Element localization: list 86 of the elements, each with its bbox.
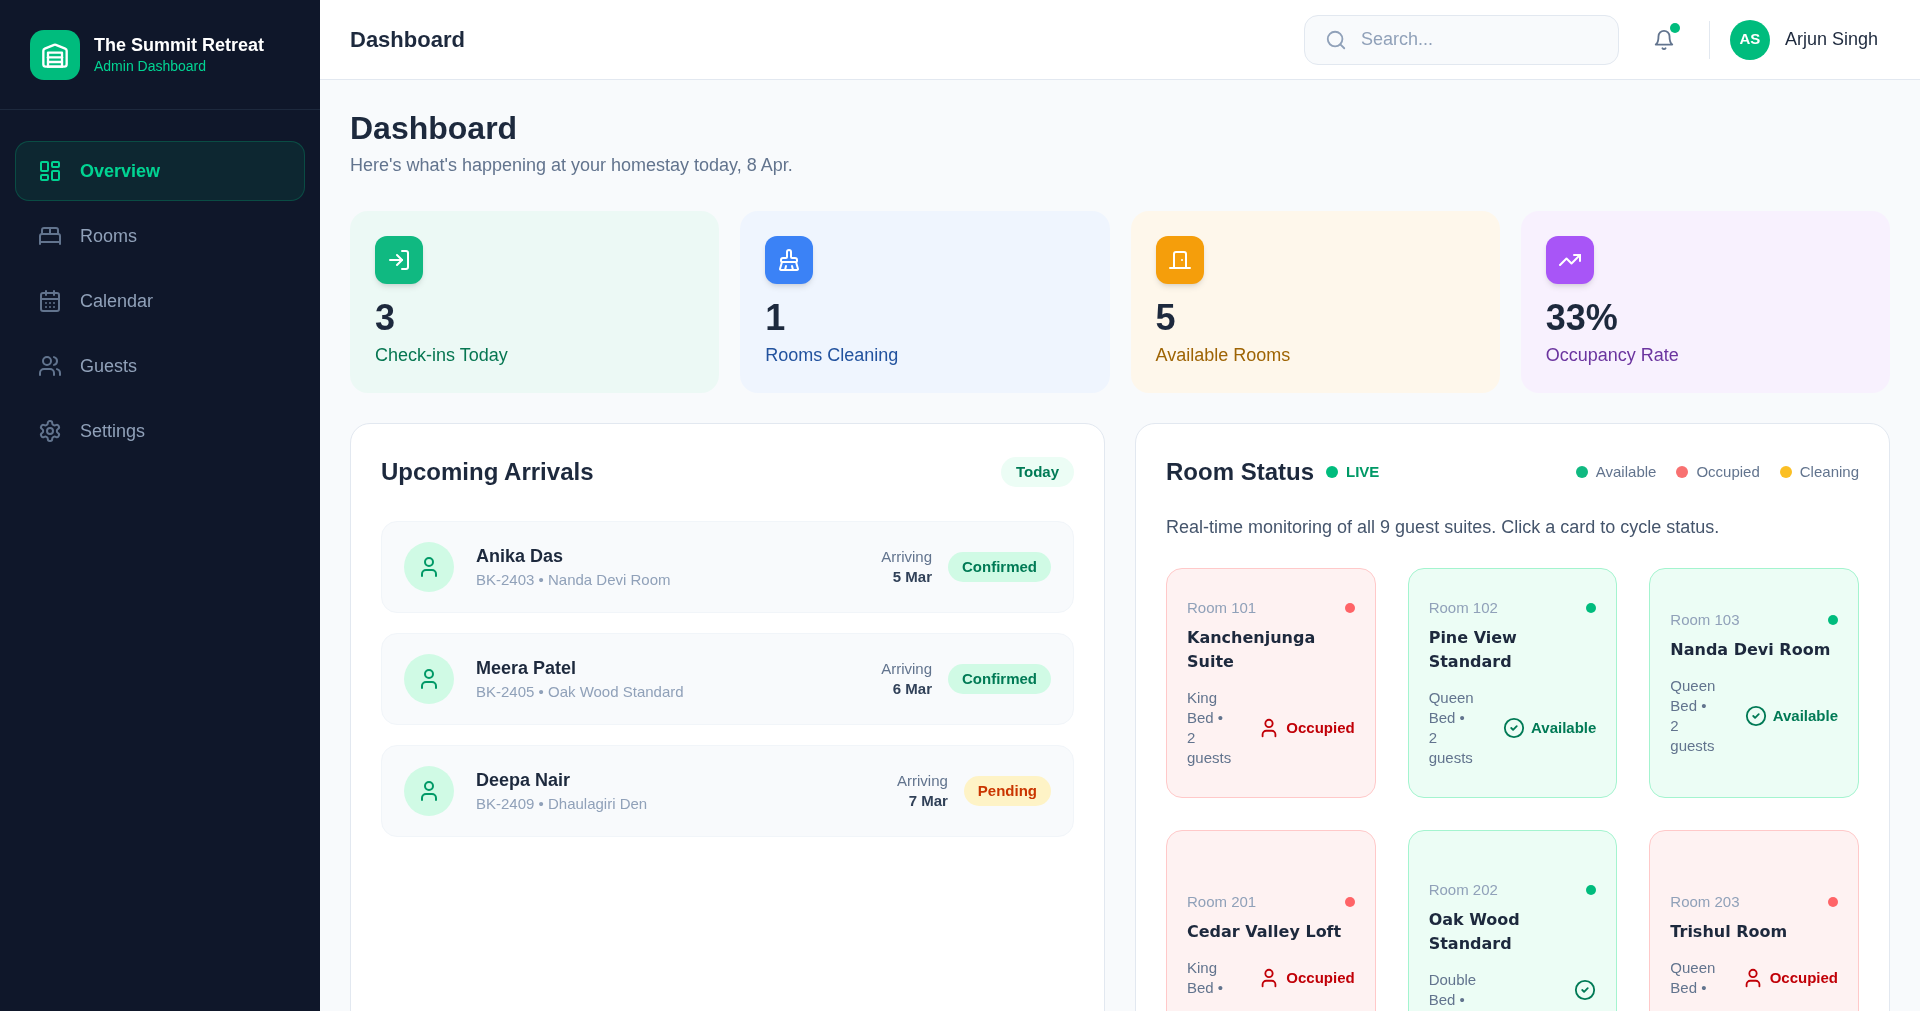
room-number: Room 102 <box>1428 598 1498 618</box>
brand-title: The Summit Retreat <box>94 33 265 56</box>
booking-status-badge: Confirmed <box>948 664 1051 694</box>
arrival-date: 5 Mar <box>892 567 932 587</box>
nav-item[interactable]: Guests <box>15 336 305 396</box>
panel-title: Room Status <box>1166 457 1314 487</box>
stat-label: Available Rooms <box>1155 344 1292 367</box>
booking-details: BK-2405 • Oak Wood Standard <box>476 682 684 702</box>
room-details: Queen Bed • 2 guests <box>1428 688 1475 768</box>
legend-label: Cleaning <box>1799 461 1859 482</box>
bed-icon <box>38 224 62 248</box>
room-card[interactable]: Room 203 Trishul Room Queen Bed • Occupied <box>1649 830 1859 1011</box>
legend-label: Available <box>1595 461 1657 482</box>
room-status-label: Occupied <box>1769 967 1838 988</box>
room-name: Oak Wood Standard <box>1428 909 1521 955</box>
search-field[interactable]: Search... <box>1303 14 1619 65</box>
stat-label: Rooms Cleaning <box>765 344 900 367</box>
today-badge: Today <box>1000 457 1074 487</box>
arrival-date: 6 Mar <box>892 679 932 699</box>
guest-name: Anika Das <box>476 545 564 568</box>
room-card[interactable]: Room 201 Cedar Valley Loft King Bed • Occupied <box>1166 830 1376 1011</box>
person-icon <box>404 766 454 816</box>
settings-icon <box>38 419 62 443</box>
booking-status-badge: Pending <box>963 776 1051 806</box>
room-name: Trishul Room <box>1670 921 1789 943</box>
nav-item[interactable]: Overview <box>15 141 305 201</box>
stat-value: 3 <box>375 298 397 338</box>
stat-label: Occupancy Rate <box>1545 344 1680 367</box>
booking-details: BK-2409 • Dhaulagiri Den <box>476 794 648 814</box>
room-details: King Bed • <box>1187 958 1225 998</box>
booking-details: BK-2403 • Nanda Devi Room <box>476 570 671 590</box>
room-details: King Bed • 2 guests <box>1187 688 1233 768</box>
room-status-label: Occupied <box>1286 717 1355 738</box>
room-number: Room 101 <box>1187 598 1257 618</box>
check-circle-icon <box>1744 705 1767 727</box>
room-name: Nanda Devi Room <box>1670 639 1832 661</box>
room-card[interactable]: Room 103 Nanda Devi Room Queen Bed • 2 guests Available <box>1649 568 1859 798</box>
stat-value: 1 <box>765 298 787 338</box>
booking-status-badge: Confirmed <box>948 552 1051 582</box>
users-icon <box>38 354 62 378</box>
room-card[interactable]: Room 202 Oak Wood Standard Double Bed • <box>1407 830 1618 1011</box>
header-title: Dashboard <box>350 26 465 54</box>
stat-value: 5 <box>1155 298 1177 338</box>
nav-item[interactable]: Settings <box>15 401 305 461</box>
page-subtitle: Here's what's happening at your homestay today, 8 Apr. <box>350 154 794 177</box>
stat-value: 33% <box>1545 298 1619 338</box>
guest-name: Meera Patel <box>476 657 577 680</box>
room-details: Queen Bed • 2 guests <box>1670 676 1717 756</box>
page-title: Dashboard <box>350 109 519 148</box>
room-name: Kanchenjunga Suite <box>1187 627 1317 673</box>
room-number: Room 103 <box>1670 610 1740 630</box>
arrival-label: Arriving <box>881 659 932 679</box>
room-number: Room 201 <box>1187 892 1257 912</box>
panel-title: Upcoming Arrivals <box>381 457 594 487</box>
room-name: Cedar Valley Loft <box>1187 921 1343 943</box>
nav-item[interactable]: Rooms <box>15 206 305 266</box>
live-label: LIVE <box>1346 461 1380 482</box>
search-icon <box>1324 28 1347 51</box>
arrival-date: 7 Mar <box>908 791 948 811</box>
room-status-label: Available <box>1531 717 1597 738</box>
brand-subtitle: Admin Dashboard <box>94 56 208 76</box>
house-icon <box>30 29 80 80</box>
arrival-label: Arriving <box>881 547 932 567</box>
panel-description: Real-time monitoring of all 9 guest suites. Click a card to cycle status. <box>1166 516 1721 539</box>
bell-icon[interactable] <box>1652 27 1675 52</box>
user-name: Arjun Singh <box>1784 28 1878 51</box>
arrival-label: Arriving <box>896 771 948 791</box>
person-icon <box>404 654 454 704</box>
room-card[interactable]: Room 101 Kanchenjunga Suite King Bed • 2 guests Occupied <box>1166 568 1376 798</box>
nav-item[interactable]: Calendar <box>15 271 305 331</box>
room-details: Queen Bed • <box>1670 958 1717 998</box>
person-icon <box>404 542 454 592</box>
guest-name: Deepa Nair <box>476 769 571 792</box>
dashboard-grid-icon <box>38 159 62 183</box>
room-status-label: Occupied <box>1286 967 1355 988</box>
room-details: Double Bed • <box>1428 970 1477 1010</box>
room-status-label: Available <box>1772 705 1838 726</box>
room-number: Room 202 <box>1428 880 1498 900</box>
room-name: Pine View Standard <box>1428 627 1518 673</box>
stat-label: Check-ins Today <box>375 344 509 367</box>
room-card[interactable]: Room 102 Pine View Standard Queen Bed • 2 guests Available <box>1407 568 1618 798</box>
check-circle-icon <box>1574 979 1597 1001</box>
calendar-icon <box>38 289 62 313</box>
legend-label: Occupied <box>1696 461 1760 482</box>
check-circle-icon <box>1503 717 1525 739</box>
room-number: Room 203 <box>1670 892 1740 912</box>
